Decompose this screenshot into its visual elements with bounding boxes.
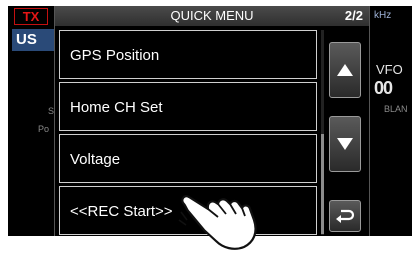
- scroll-down-button[interactable]: [329, 116, 361, 172]
- po-meter-label: Po: [38, 124, 50, 134]
- tx-indicator: TX: [14, 8, 48, 25]
- page-indicator: 2/2: [344, 8, 363, 23]
- frequency-digits: 00: [374, 78, 393, 98]
- pointing-hand-icon: [178, 195, 257, 250]
- scroll-up-button[interactable]: [329, 42, 361, 98]
- back-button[interactable]: [329, 200, 361, 232]
- vfo-label: VFO: [376, 62, 403, 77]
- arrow-down-icon: [337, 138, 353, 150]
- return-icon: [336, 209, 355, 223]
- scrollbar-thumb[interactable]: [321, 134, 324, 234]
- blank-label: BLAN: [384, 104, 408, 114]
- menu-header: QUICK MENU 2/2: [55, 6, 369, 26]
- menu-item-gps-position[interactable]: GPS Position: [59, 30, 317, 79]
- freq-unit: kHz: [374, 10, 392, 21]
- arrow-up-icon: [337, 64, 353, 76]
- menu-item-voltage[interactable]: Voltage: [59, 134, 317, 183]
- menu-title: QUICK MENU: [170, 8, 254, 23]
- menu-item-home-ch-set[interactable]: Home CH Set: [59, 82, 317, 131]
- mode-indicator: US: [12, 29, 58, 51]
